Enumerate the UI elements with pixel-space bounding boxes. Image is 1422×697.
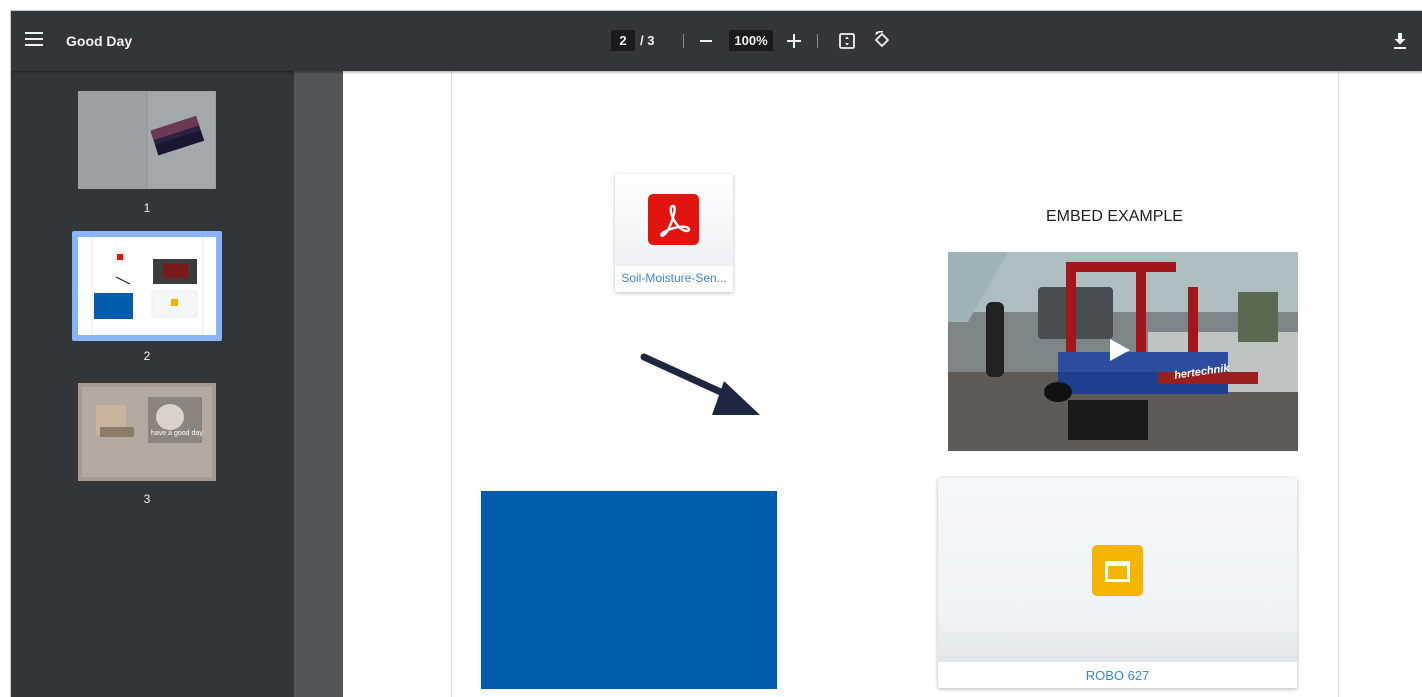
thumbnail-3-caption: have a good day bbox=[151, 430, 203, 437]
page-total: / 3 bbox=[640, 33, 655, 48]
thumbnail-label: 2 bbox=[143, 349, 151, 363]
thumbnail-page-3[interactable]: have a good day bbox=[78, 383, 216, 481]
pdf-page: Soil-Moisture-Sen... EMBED EXAMPLE herte… bbox=[343, 71, 1422, 697]
thumbnail-1-image bbox=[78, 90, 217, 190]
slides-name-link[interactable]: ROBO 627 bbox=[938, 668, 1297, 683]
download-icon[interactable] bbox=[1393, 32, 1407, 50]
slides-preview bbox=[938, 478, 1297, 662]
zoom-in-button[interactable] bbox=[787, 34, 801, 48]
slides-icon bbox=[1092, 545, 1143, 596]
file-name-link[interactable]: Soil-Moisture-Sen... bbox=[615, 271, 733, 285]
thumbnail-page-2[interactable] bbox=[72, 231, 222, 341]
embed-heading: EMBED EXAMPLE bbox=[1046, 208, 1183, 225]
thumbnail-sidebar: 1 2 have a good day 3 bbox=[11, 71, 294, 697]
menu-icon[interactable] bbox=[25, 32, 43, 48]
rotate-icon[interactable] bbox=[873, 31, 891, 49]
thumbnail-page-1[interactable] bbox=[78, 90, 217, 190]
page-number-input[interactable]: 2 bbox=[611, 30, 635, 51]
toolbar: Good Day 2 / 3 100% bbox=[11, 11, 1422, 71]
pdf-icon bbox=[648, 194, 699, 245]
zoom-out-button[interactable] bbox=[700, 40, 712, 42]
page-content: Soil-Moisture-Sen... EMBED EXAMPLE herte… bbox=[451, 71, 1339, 697]
toolbar-divider bbox=[683, 34, 684, 48]
thumbnail-label: 3 bbox=[143, 492, 151, 506]
thumbnail-2-image bbox=[78, 237, 216, 335]
toolbar-divider bbox=[817, 34, 818, 48]
fit-to-page-icon[interactable] bbox=[839, 33, 855, 49]
zoom-level-input[interactable]: 100% bbox=[729, 30, 773, 51]
arrow-icon bbox=[640, 353, 760, 415]
pdf-viewer-window: Good Day 2 / 3 100% 1 2 have a good day … bbox=[10, 10, 1422, 697]
file-preview bbox=[615, 174, 733, 266]
video-embed[interactable]: hertechnik bbox=[948, 252, 1298, 451]
slides-embed-card[interactable]: ROBO 627 bbox=[938, 478, 1297, 688]
file-embed-card[interactable]: Soil-Moisture-Sen... bbox=[615, 174, 733, 292]
blue-rectangle bbox=[481, 491, 777, 689]
document-viewer[interactable]: Soil-Moisture-Sen... EMBED EXAMPLE herte… bbox=[294, 71, 1422, 697]
play-icon[interactable] bbox=[1110, 339, 1130, 361]
document-title: Good Day bbox=[66, 33, 133, 49]
thumbnail-label: 1 bbox=[143, 201, 151, 215]
